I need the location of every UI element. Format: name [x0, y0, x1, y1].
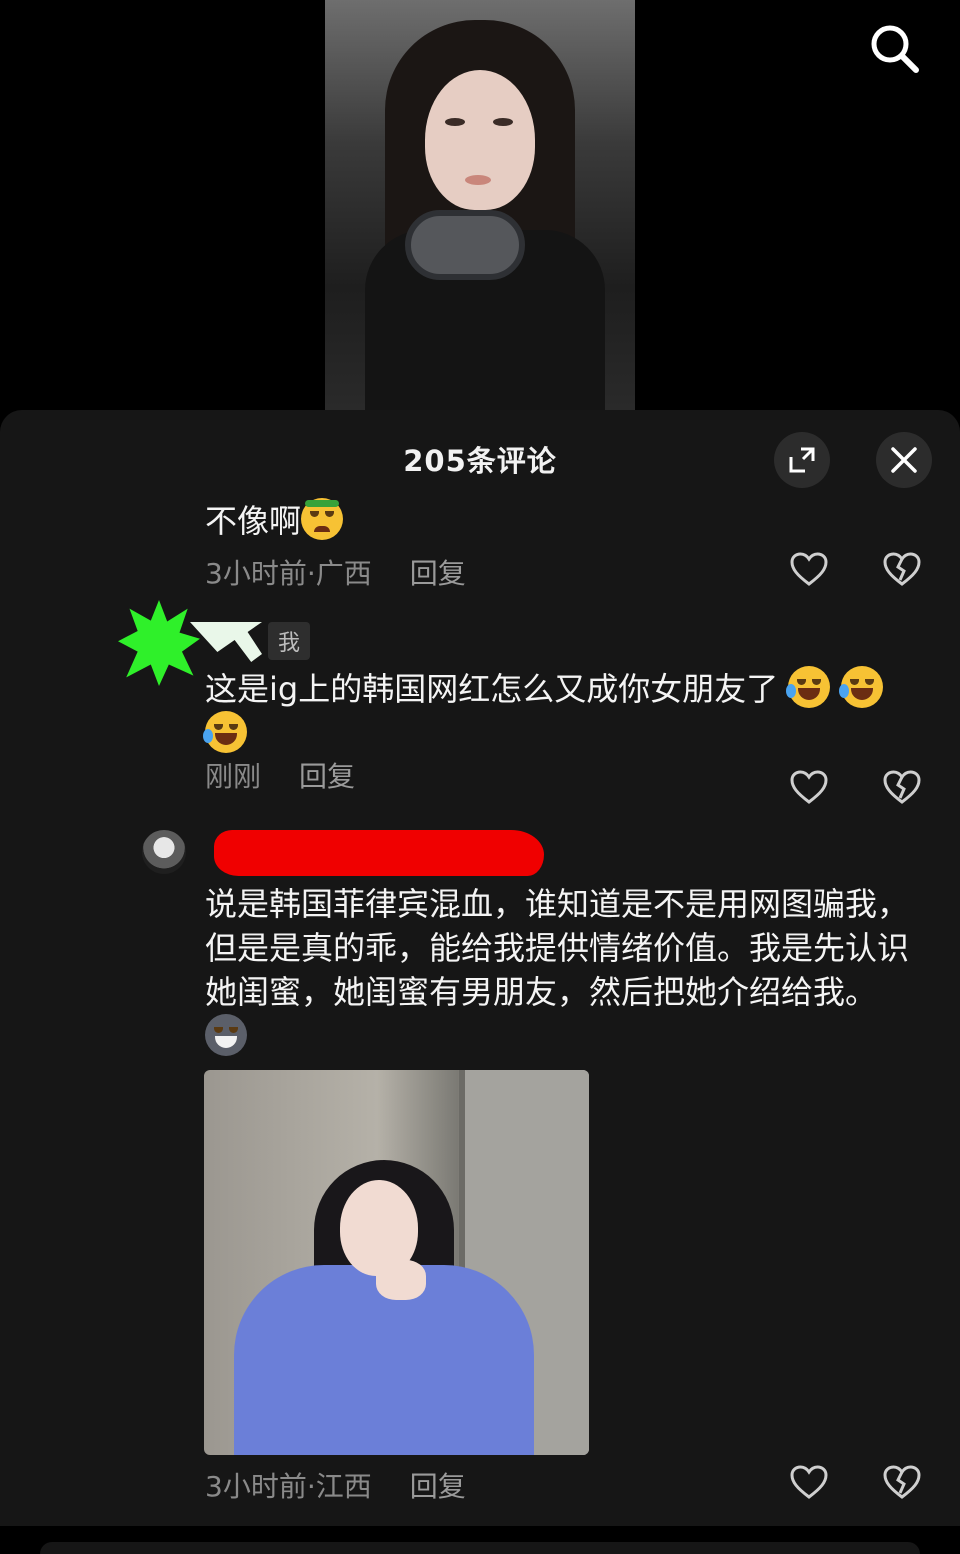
redacted-avatar: [118, 600, 200, 686]
broken-heart-icon[interactable]: [882, 1463, 922, 1503]
angry-emoji: [301, 498, 344, 540]
expand-button[interactable]: [774, 432, 830, 488]
redacted-username: [214, 830, 544, 876]
heart-icon[interactable]: [789, 550, 829, 590]
bottom-input-area: [0, 1526, 960, 1554]
comment-time-location: 刚刚: [205, 760, 262, 793]
search-icon: [871, 25, 919, 73]
input-bar-edge[interactable]: [40, 1542, 920, 1554]
video-player[interactable]: [0, 0, 960, 420]
laughing-tears-emoji: [838, 666, 883, 708]
laughing-tears-emoji: [786, 666, 831, 708]
heart-icon[interactable]: [789, 1463, 829, 1503]
close-icon: [891, 447, 917, 473]
comment-text: 不像啊: [205, 502, 302, 540]
reply-button[interactable]: 回复: [299, 760, 355, 793]
reply-button[interactable]: 回复: [410, 1470, 466, 1503]
me-badge: 我: [268, 622, 311, 660]
comment-meta: 3小时前·广西 回复: [205, 552, 466, 592]
close-button[interactable]: [876, 432, 932, 488]
comment-meta: 刚刚 回复: [205, 755, 355, 795]
broken-heart-icon[interactable]: [882, 768, 922, 808]
comment-text-container: 这是ig上的韩国网红怎么又成你女朋友了: [203, 666, 910, 756]
comment-text-container: 说是韩国菲律宾混血，谁知道是不是用网图骗我，但是是真的乖，能给我提供情绪价值。我…: [205, 882, 910, 1059]
comment-time-location: 3小时前·广西: [205, 557, 372, 590]
laughing-tears-emoji: [203, 711, 247, 753]
comment-time-location: 3小时前·江西: [205, 1470, 372, 1503]
search-button[interactable]: [866, 20, 922, 76]
husky-emoji: [205, 1014, 247, 1056]
comment-text: 说是韩国菲律宾混血，谁知道是不是用网图骗我，但是是真的乖，能给我提供情绪价值。我…: [205, 885, 910, 1011]
expand-icon: [789, 447, 815, 473]
broken-heart-icon[interactable]: [882, 550, 922, 590]
video-thumbnail[interactable]: [325, 0, 635, 410]
comments-sheet: 205条评论 不像啊 3小时前·广西 回复 我 这是ig上的韩国网红怎么又成你女…: [0, 410, 960, 1554]
reply-button[interactable]: 回复: [410, 557, 466, 590]
redacted-username: [190, 622, 262, 662]
comment-text: 这是ig上的韩国网红怎么又成你女朋友了: [205, 670, 779, 708]
avatar[interactable]: [142, 830, 186, 874]
heart-icon[interactable]: [789, 768, 829, 808]
headphones-graphic: [405, 210, 525, 280]
comment-text-container: 不像啊: [205, 498, 910, 543]
comment-attached-photo[interactable]: [204, 1070, 589, 1455]
comment-meta: 3小时前·江西 回复: [205, 1465, 466, 1505]
